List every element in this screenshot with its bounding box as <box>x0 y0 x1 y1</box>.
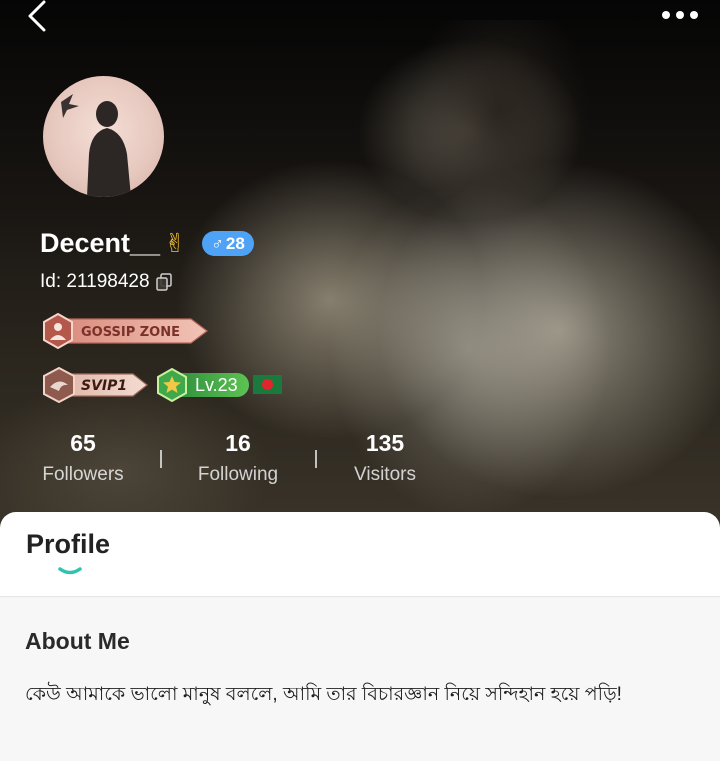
username: Decent__ <box>40 228 161 258</box>
copy-icon[interactable] <box>155 273 172 291</box>
bangladesh-flag-icon <box>253 375 282 394</box>
about-title: About Me <box>25 628 130 654</box>
more-button[interactable] <box>660 4 700 26</box>
svip-badge[interactable]: SVIP1 <box>41 366 149 404</box>
back-button[interactable] <box>24 0 56 32</box>
about-text: কেউ আমাকে ভালো মানুষ বললে, আমি তার বিচার… <box>25 684 622 705</box>
tab-profile[interactable]: Profile <box>26 529 110 560</box>
gender-age-badge: ♂ 28 <box>202 231 254 256</box>
stat-divider <box>315 450 317 468</box>
visitors-count: 135 <box>365 430 405 456</box>
user-id: Id: 21198428 <box>40 271 150 292</box>
stat-divider <box>160 450 162 468</box>
svip-label: SVIP1 <box>81 378 127 394</box>
more-dots-icon <box>662 11 698 19</box>
star-shield-icon <box>157 368 187 402</box>
cover-photo <box>240 20 700 540</box>
username-row: Decent__ ✌ <box>40 228 186 259</box>
avatar[interactable] <box>43 76 164 197</box>
followers-stat[interactable]: 65 Followers <box>33 428 133 486</box>
level-badge[interactable]: Lv.23 <box>155 368 250 402</box>
tab-bar: Profile <box>0 512 720 597</box>
user-id-row: Id: 21198428 <box>40 271 172 293</box>
gossip-zone-badge[interactable]: GOSSIP ZONE <box>41 312 211 350</box>
tab-indicator <box>58 567 82 575</box>
chevron-left-icon <box>28 0 46 32</box>
avatar-silhouette-icon <box>61 94 131 197</box>
age-value: 28 <box>225 233 245 253</box>
gossip-zone-label: GOSSIP ZONE <box>81 325 180 340</box>
male-icon: ♂ <box>211 233 224 253</box>
visitors-label: Visitors <box>354 464 416 485</box>
victory-hand-emoji: ✌ <box>164 228 186 258</box>
visitors-stat[interactable]: 135 Visitors <box>335 428 435 486</box>
following-label: Following <box>197 464 279 485</box>
about-section: About Me কেউ আমাকে ভালো মানুষ বললে, আমি … <box>0 598 720 761</box>
level-value: Lv.23 <box>195 375 238 395</box>
following-stat[interactable]: 16 Following <box>188 428 288 486</box>
followers-count: 65 <box>70 430 96 456</box>
following-count: 16 <box>225 430 251 456</box>
followers-label: Followers <box>42 464 124 485</box>
